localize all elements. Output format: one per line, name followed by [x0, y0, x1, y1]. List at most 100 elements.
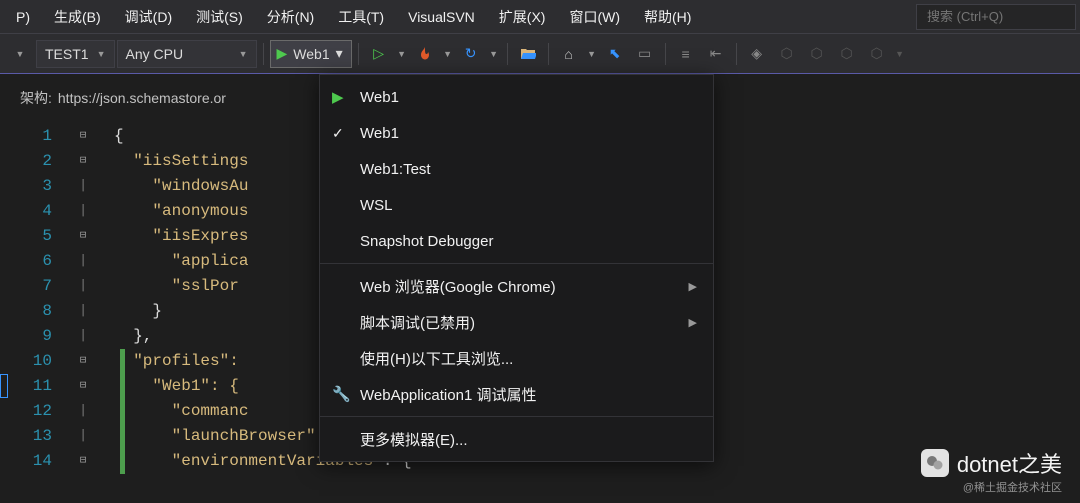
separator [263, 43, 264, 65]
dd-item-web1-play[interactable]: ▶ Web1 [320, 79, 713, 115]
menu-tools[interactable]: 工具(T) [326, 1, 396, 33]
play-icon: ▶ [332, 88, 344, 106]
refresh-icon[interactable]: ↻ [457, 40, 485, 68]
menu-extensions[interactable]: 扩展(X) [487, 1, 558, 33]
caret-icon[interactable]: ▼ [893, 40, 907, 68]
caret-icon[interactable]: ▼ [585, 40, 599, 68]
browser-link-icon[interactable]: ⌂ [555, 40, 583, 68]
separator [507, 43, 508, 65]
dd-label: Web 浏览器(Google Chrome) [360, 276, 556, 297]
line-number: 8 [0, 299, 52, 324]
cursor-icon[interactable]: ⬉ [601, 40, 629, 68]
fold-column: ⊟ ⊟ │ │ ⊟ │ │ │ │ ⊟ ⊟ │ │ ⊟ [70, 124, 96, 503]
caret-icon[interactable]: ▼ [395, 40, 409, 68]
dd-item-web-browser[interactable]: Web 浏览器(Google Chrome) ▶ [320, 268, 713, 304]
menu-help[interactable]: 帮助(H) [632, 1, 703, 33]
caret-icon: ▾ [336, 45, 343, 62]
play-outline-icon[interactable]: ▷ [365, 40, 393, 68]
line-number: 9 [0, 324, 52, 349]
dd-label: 使用(H)以下工具浏览... [360, 348, 513, 369]
menu-debug[interactable]: 调试(D) [113, 1, 184, 33]
dd-label: Web1 [360, 125, 399, 142]
nav-icon[interactable]: ⬡ [833, 40, 861, 68]
platform-label: Any CPU [126, 46, 184, 62]
search-input[interactable] [916, 4, 1076, 30]
bookmark-icon[interactable]: ◈ [743, 40, 771, 68]
check-icon: ✓ [332, 125, 344, 142]
nav-icon[interactable]: ⬡ [773, 40, 801, 68]
dd-label: 更多模拟器(E)... [360, 429, 468, 450]
dd-item-snapshot[interactable]: Snapshot Debugger [320, 223, 713, 259]
line-gutter: 1 2 3 4 5 6 7 8 9 10 11 12 13 14 [0, 124, 70, 503]
outdent-icon[interactable]: ⇤ [702, 40, 730, 68]
nav-icon[interactable]: ⬡ [863, 40, 891, 68]
window-icon[interactable]: ▭ [631, 40, 659, 68]
line-number: 12 [0, 399, 52, 424]
dd-label: WebApplication1 调试属性 [360, 384, 536, 405]
fold-line: │ [70, 249, 96, 274]
code-line: }, [114, 327, 152, 345]
dd-item-web1-test[interactable]: Web1:Test [320, 151, 713, 187]
dd-item-wsl[interactable]: WSL [320, 187, 713, 223]
dd-label: WSL [360, 197, 393, 214]
menubar: P) 生成(B) 调试(D) 测试(S) 分析(N) 工具(T) VisualS… [0, 0, 1080, 34]
dd-item-browse-with[interactable]: 使用(H)以下工具浏览... [320, 340, 713, 376]
line-number: 5 [0, 224, 52, 249]
line-number: 14 [0, 449, 52, 474]
platform-dropdown[interactable]: Any CPU ▼ [117, 40, 257, 68]
code-line: { [114, 127, 124, 145]
fold-line: │ [70, 299, 96, 324]
fold-icon[interactable]: ⊟ [70, 149, 96, 174]
toolbar: ▼ TEST1 ▼ Any CPU ▼ ▶ Web1 ▾ ▷ ▼ ▼ ↻ ▼ ⌂… [0, 34, 1080, 74]
dd-item-script-debug[interactable]: 脚本调试(已禁用) ▶ [320, 304, 713, 340]
indent-icon[interactable]: ≡ [672, 40, 700, 68]
separator [358, 43, 359, 65]
chevron-right-icon: ▶ [689, 316, 697, 329]
fold-line: │ [70, 199, 96, 224]
menu-p[interactable]: P) [4, 3, 42, 31]
open-file-icon[interactable] [514, 40, 542, 68]
caret-icon: ▼ [239, 49, 248, 59]
line-number: 3 [0, 174, 52, 199]
code-line: "anonymous [114, 202, 248, 220]
menu-visualsvn[interactable]: VisualSVN [396, 3, 487, 31]
schema-label: 架构: [20, 88, 52, 108]
dd-label: Web1 [360, 89, 399, 106]
line-number: 10 [0, 349, 52, 374]
chevron-down-icon[interactable]: ▼ [6, 40, 34, 68]
wechat-icon [921, 449, 949, 477]
fold-icon[interactable]: ⊟ [70, 449, 96, 474]
cursor-marker [0, 374, 8, 398]
hot-reload-icon[interactable] [411, 40, 439, 68]
fold-line: │ [70, 174, 96, 199]
dd-item-web1-checked[interactable]: ✓ Web1 [320, 115, 713, 151]
schema-url[interactable]: https://json.schemastore.or [58, 90, 226, 106]
fold-icon[interactable]: ⊟ [70, 349, 96, 374]
menu-analyze[interactable]: 分析(N) [255, 1, 326, 33]
config-label: TEST1 [45, 46, 89, 62]
code-line: "iisExpres [114, 227, 248, 245]
menu-build[interactable]: 生成(B) [42, 1, 113, 33]
fold-icon[interactable]: ⊟ [70, 374, 96, 399]
fold-line: │ [70, 399, 96, 424]
caret-icon[interactable]: ▼ [441, 40, 455, 68]
nav-icon[interactable]: ⬡ [803, 40, 831, 68]
menu-window[interactable]: 窗口(W) [557, 1, 632, 33]
play-icon: ▶ [277, 45, 288, 62]
watermark-text: dotnet之美 [957, 447, 1062, 479]
fold-icon[interactable]: ⊟ [70, 224, 96, 249]
code-line: "profiles": [114, 352, 248, 370]
separator [665, 43, 666, 65]
dd-item-debug-properties[interactable]: 🔧 WebApplication1 调试属性 [320, 376, 713, 412]
fold-icon[interactable]: ⊟ [70, 124, 96, 149]
line-number: 2 [0, 149, 52, 174]
start-debug-button[interactable]: ▶ Web1 ▾ [270, 40, 352, 68]
fold-line: │ [70, 324, 96, 349]
menu-test[interactable]: 测试(S) [184, 1, 255, 33]
line-number: 6 [0, 249, 52, 274]
code-line: "Web1": { [114, 377, 239, 395]
config-dropdown[interactable]: TEST1 ▼ [36, 40, 115, 68]
caret-icon: ▼ [97, 49, 106, 59]
dd-item-more-emulators[interactable]: 更多模拟器(E)... [320, 421, 713, 457]
caret-icon[interactable]: ▼ [487, 40, 501, 68]
